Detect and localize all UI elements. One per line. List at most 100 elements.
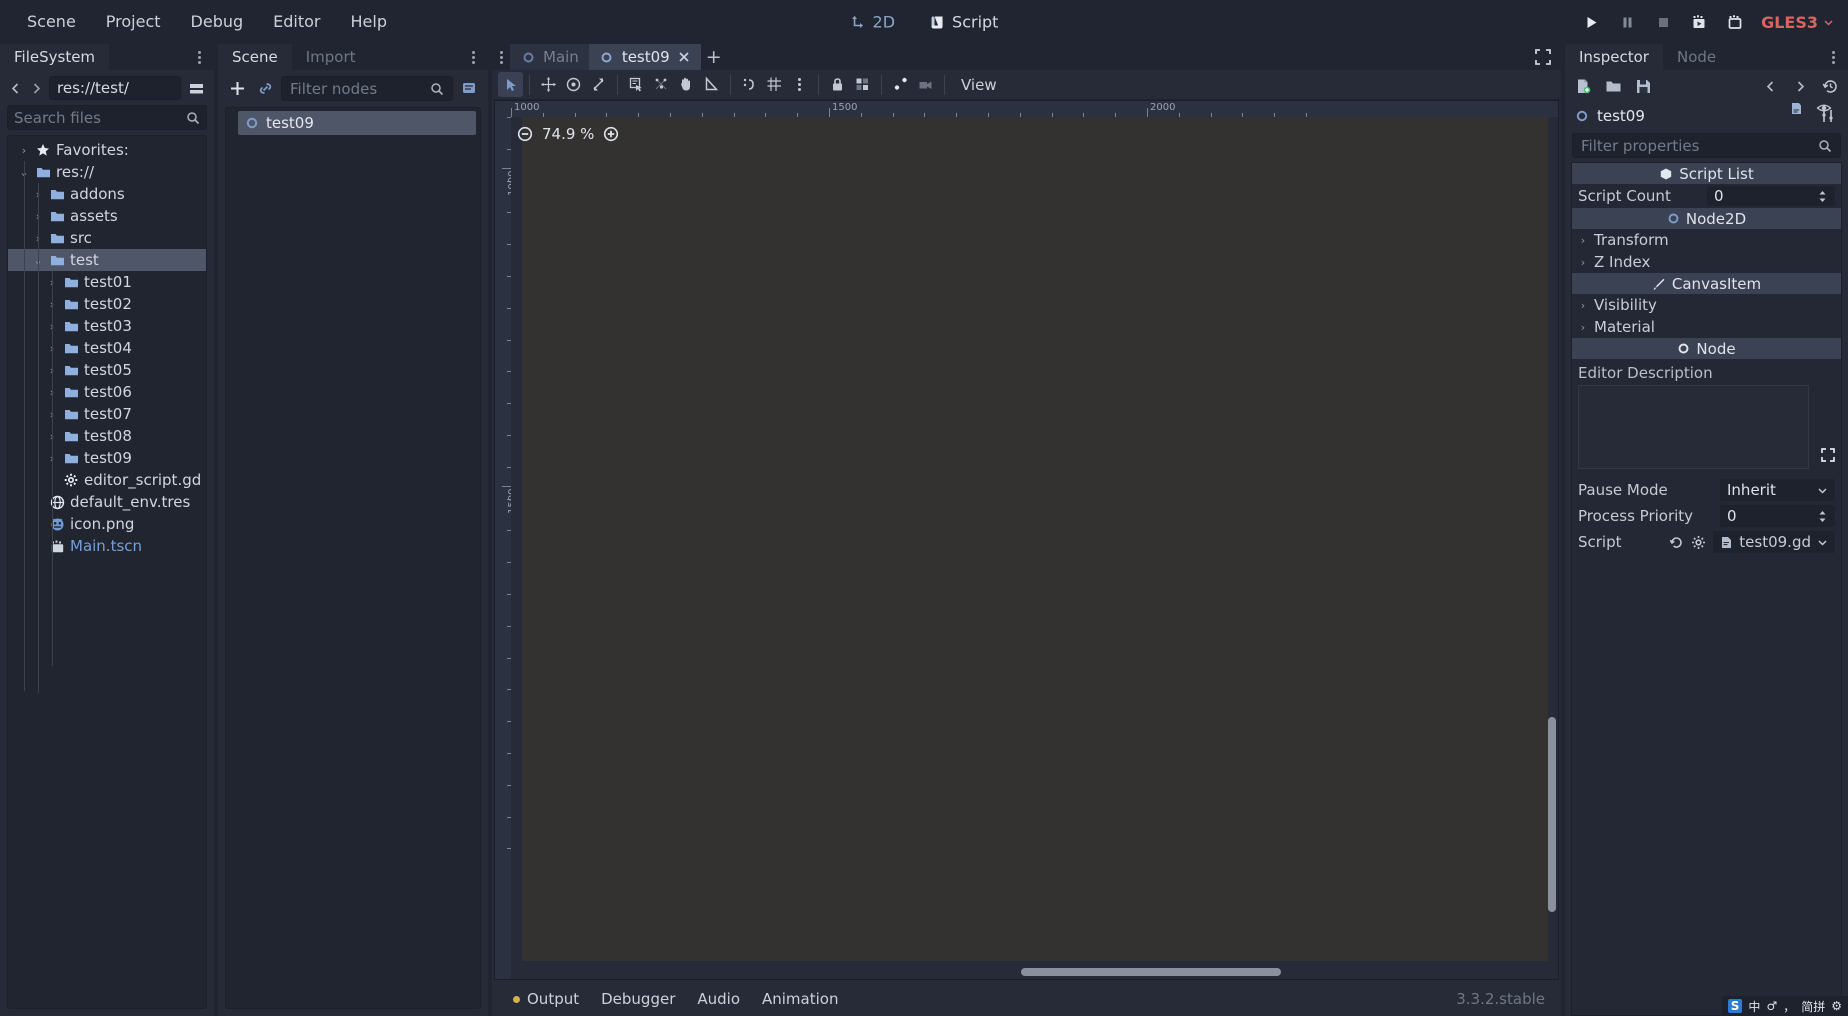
tab-script[interactable]: Script (921, 10, 1006, 35)
visibility-eye-icon[interactable] (1816, 100, 1832, 116)
view-menu-button[interactable]: View (951, 76, 1007, 94)
category-node2d[interactable]: Node2D (1572, 208, 1841, 229)
zoom-out-icon[interactable] (517, 126, 533, 142)
scene-tree-options-icon[interactable] (457, 77, 481, 101)
category-canvasitem[interactable]: CanvasItem (1572, 273, 1841, 294)
property-script-count-field[interactable]: 0 (1707, 186, 1835, 206)
move-cross-icon[interactable] (536, 72, 561, 97)
filesystem-path-input[interactable]: res://test/ (49, 76, 181, 100)
ime-pinyin-label[interactable]: 简拼 (1801, 998, 1825, 1015)
filesystem-item-favorites-[interactable]: › Favorites: (8, 139, 206, 161)
inspector-property-list[interactable]: Script List Script Count 0 Node2D › Tran… (1571, 162, 1842, 1016)
group-icon[interactable] (850, 72, 875, 97)
zoom-level-label[interactable]: 74.9 % (542, 125, 594, 143)
grid-snap-icon[interactable] (762, 72, 787, 97)
camera-icon[interactable] (913, 72, 938, 97)
property-script-field[interactable]: test09.gd (1713, 531, 1835, 553)
tab-scene[interactable]: Scene (218, 44, 292, 70)
scene-tab-main[interactable]: Main (510, 44, 589, 70)
scene-filter-input[interactable]: Filter nodes (281, 76, 453, 101)
stop-icon[interactable] (1653, 12, 1673, 32)
close-icon[interactable] (677, 50, 691, 64)
scene-tab-test09[interactable]: test09 (588, 44, 701, 70)
filesystem-split-toggle-icon[interactable] (185, 77, 207, 99)
ime-punct-icon[interactable]: ， (1783, 998, 1795, 1015)
inspector-filter-input[interactable]: Filter properties (1572, 133, 1841, 158)
filesystem-search-input[interactable]: Search files (7, 105, 207, 130)
filesystem-tree[interactable]: ›Favorites:⌄res://›addons›assets›src⌄tes… (7, 135, 207, 1009)
cursor-arrow-icon[interactable] (498, 72, 523, 97)
link-chain-icon[interactable] (253, 77, 277, 101)
list-select-icon[interactable] (624, 72, 649, 97)
menu-editor[interactable]: Editor (260, 8, 333, 36)
tab-inspector[interactable]: Inspector (1565, 44, 1663, 70)
open-script-icon[interactable] (1789, 101, 1804, 116)
ime-mode-label[interactable]: 中 (1748, 998, 1760, 1015)
property-pause-mode-dropdown[interactable]: Inherit (1720, 479, 1835, 501)
sogou-logo-icon[interactable]: S (1727, 999, 1743, 1013)
distraction-free-mode-icon[interactable] (1534, 48, 1552, 66)
viewport-horizontal-scrollbar[interactable] (1021, 968, 1281, 976)
bottom-tab-debugger[interactable]: Debugger (590, 987, 686, 1011)
category-node[interactable]: Node (1572, 338, 1841, 359)
smart-snap-icon[interactable] (737, 72, 762, 97)
ruler-triangle-icon[interactable] (699, 72, 724, 97)
ime-symbol-icon[interactable]: ♂ (1766, 999, 1777, 1013)
save-disk-icon[interactable] (1632, 75, 1654, 97)
pivot-point-icon[interactable] (649, 72, 674, 97)
lock-icon[interactable] (825, 72, 850, 97)
property-process-priority-field[interactable]: 0 (1720, 505, 1835, 527)
plus-icon[interactable] (225, 77, 249, 101)
rotate-circle-icon[interactable] (561, 72, 586, 97)
scale-arrows-icon[interactable] (586, 72, 611, 97)
inspector-menu-icon[interactable] (1826, 48, 1840, 66)
filesystem-menu-icon[interactable] (192, 48, 206, 66)
play-custom-icon[interactable] (1725, 12, 1745, 32)
expand-arrows-icon[interactable] (1815, 385, 1841, 469)
menu-scene[interactable]: Scene (14, 8, 89, 36)
play-scene-icon[interactable] (1689, 12, 1709, 32)
menu-debug[interactable]: Debug (178, 8, 257, 36)
scene-node-tree[interactable]: test09 (225, 102, 1832, 1009)
tab-node[interactable]: Node (1663, 44, 1730, 70)
subsection-z-index[interactable]: › Z Index (1572, 251, 1841, 273)
filesystem-item-res-[interactable]: ⌄res:// (8, 161, 206, 183)
add-scene-tab-button[interactable]: + (701, 44, 727, 70)
revert-arrow-icon[interactable] (1669, 535, 1684, 550)
category-script-list[interactable]: Script List (1572, 163, 1841, 184)
chevron-left-icon[interactable] (7, 77, 24, 99)
bone-icon[interactable] (888, 72, 913, 97)
renderer-selector[interactable]: GLES3 (1761, 13, 1834, 32)
zoom-in-icon[interactable] (603, 126, 619, 142)
gear-icon[interactable] (1691, 535, 1706, 550)
history-clock-icon[interactable] (1819, 75, 1841, 97)
open-folder-icon[interactable] (1602, 75, 1624, 97)
chevron-left-icon[interactable] (1759, 75, 1781, 97)
bottom-tab-output[interactable]: Output (502, 987, 590, 1011)
menu-project[interactable]: Project (93, 8, 174, 36)
viewport-vertical-scrollbar[interactable] (1548, 717, 1556, 912)
tab-2d[interactable]: 2D (842, 10, 904, 35)
chevron-right-icon[interactable] (28, 77, 45, 99)
new-file-icon[interactable] (1572, 75, 1594, 97)
menu-help[interactable]: Help (338, 8, 400, 36)
subsection-material[interactable]: › Material (1572, 316, 1841, 338)
bottom-tab-animation[interactable]: Animation (751, 987, 849, 1011)
canvas-host[interactable] (511, 117, 1558, 979)
pause-icon[interactable] (1617, 12, 1637, 32)
tab-filesystem[interactable]: FileSystem (0, 44, 110, 70)
chevron-right-icon[interactable]: › (18, 144, 30, 157)
scene-dock-menu-icon[interactable] (466, 48, 480, 66)
pan-hand-icon[interactable] (674, 72, 699, 97)
ime-settings-icon[interactable]: ⚙ (1831, 999, 1842, 1013)
subsection-visibility[interactable]: › Visibility (1572, 294, 1841, 316)
vertical-dots-icon[interactable] (787, 72, 812, 97)
editor-description-textarea[interactable] (1578, 385, 1809, 469)
tab-import[interactable]: Import (292, 44, 370, 70)
chevron-right-icon[interactable] (1789, 75, 1811, 97)
play-icon[interactable] (1581, 12, 1601, 32)
subsection-transform[interactable]: › Transform (1572, 229, 1841, 251)
viewport-menu-icon[interactable] (492, 44, 510, 70)
canvas-2d-viewport[interactable]: 1000 1500 2000 1000 1500 74.9 % (494, 100, 1559, 980)
scene-node-test09[interactable]: test09 (238, 111, 476, 135)
